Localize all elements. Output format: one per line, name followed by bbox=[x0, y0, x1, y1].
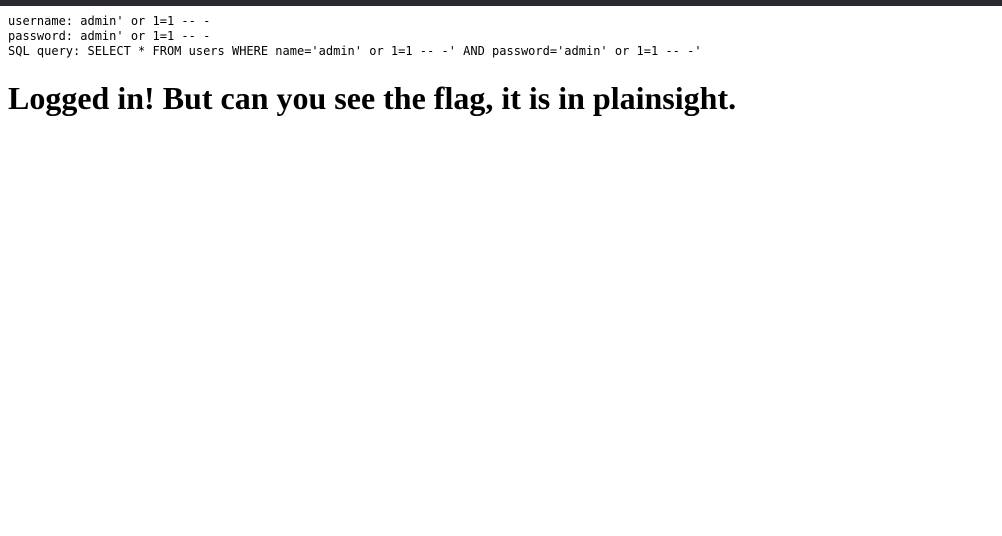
sql-query-line: SQL query: SELECT * FROM users WHERE nam… bbox=[8, 44, 702, 58]
password-line: password: admin' or 1=1 -- - bbox=[8, 29, 211, 43]
username-line: username: admin' or 1=1 -- - bbox=[8, 14, 211, 28]
login-message-heading: Logged in! But can you see the flag, it … bbox=[8, 80, 737, 116]
debug-output: username: admin' or 1=1 -- - password: a… bbox=[8, 14, 994, 59]
page-content: username: admin' or 1=1 -- - password: a… bbox=[0, 6, 1002, 117]
